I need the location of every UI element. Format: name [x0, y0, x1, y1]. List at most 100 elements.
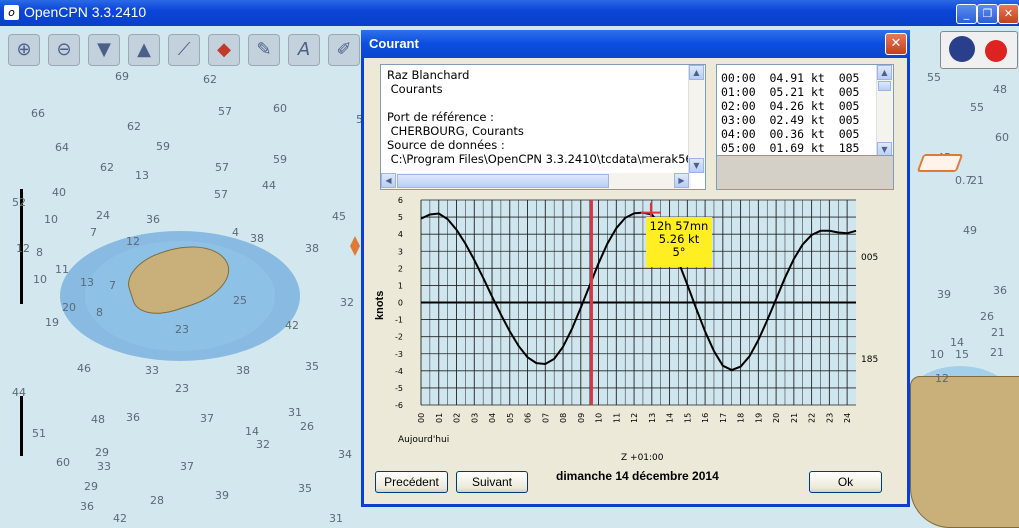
depth-sounding: 69	[115, 70, 129, 83]
route-icon[interactable]: ⟋	[168, 34, 200, 66]
depth-sounding: 29	[84, 480, 98, 493]
depth-sounding: 59	[273, 153, 287, 166]
depth-sounding: 35	[305, 360, 319, 373]
close-window-button[interactable]: ✕	[998, 4, 1019, 24]
y-tick-label: 2	[398, 264, 403, 273]
cursor-tooltip: 12h 57mn 5.26 kt 5°	[646, 217, 712, 267]
timezone-label: Z +01:00	[621, 453, 664, 463]
scale-bar-2	[20, 396, 23, 456]
depth-sounding: 21	[991, 326, 1005, 339]
depth-sounding: 38	[305, 242, 319, 255]
y-tick-label: 1	[398, 281, 403, 290]
depth-sounding: 62	[127, 120, 141, 133]
depth-sounding: 57	[215, 161, 229, 174]
x-tick-label: 05	[506, 413, 515, 423]
depth-sounding: 40	[52, 186, 66, 199]
depth-sounding: 57	[218, 105, 232, 118]
minimize-button[interactable]: _	[956, 4, 977, 24]
depth-sounding: 37	[180, 460, 194, 473]
text-icon[interactable]: A	[288, 34, 320, 66]
y-tick-label: -5	[395, 384, 403, 393]
y-tick-label: 3	[398, 247, 403, 256]
depth-sounding: 8	[36, 246, 43, 259]
depth-sounding: 60	[273, 102, 287, 115]
depth-sounding: 15	[955, 348, 969, 361]
window-title: OpenCPN 3.3.2410	[24, 4, 147, 20]
x-tick-label: 23	[825, 413, 834, 423]
depth-sounding: 20	[62, 301, 76, 314]
depth-sounding: 32	[340, 296, 354, 309]
measure-icon[interactable]: ✎	[248, 34, 280, 66]
depth-sounding: 51	[32, 427, 46, 440]
x-tick-label: 11	[612, 413, 621, 423]
depth-sounding: 36	[146, 213, 160, 226]
zoom-out-icon[interactable]: ⊖	[48, 34, 80, 66]
compass-widget[interactable]	[940, 31, 1018, 69]
depth-sounding: 55	[970, 101, 984, 114]
depth-sounding: 57	[214, 188, 228, 201]
pencil-icon[interactable]: ✐	[328, 34, 360, 66]
depth-sounding: 44	[262, 179, 276, 192]
depth-sounding: 14	[245, 425, 259, 438]
app-icon: o	[4, 5, 19, 20]
x-tick-label: 24	[843, 413, 852, 423]
depth-sounding: 4	[232, 226, 239, 239]
depth-sounding: 59	[156, 140, 170, 153]
depth-sounding: 13	[135, 169, 149, 182]
depth-sounding: 38	[250, 232, 264, 245]
previous-button[interactable]: Precédent	[375, 471, 448, 493]
depth-sounding: 33	[145, 364, 159, 377]
y-tick-label: -2	[395, 333, 403, 342]
y-tick-label: 6	[398, 196, 403, 205]
x-tick-label: 13	[648, 413, 657, 423]
x-tick-label: 09	[577, 413, 586, 423]
x-tick-label: 04	[488, 413, 497, 423]
depth-sounding: 7	[109, 279, 116, 292]
depth-sounding: 12	[935, 372, 949, 385]
depth-sounding: 10	[930, 348, 944, 361]
coast-land	[910, 376, 1019, 528]
next-button[interactable]: Suivant	[456, 471, 528, 493]
tooltip-direction: 5°	[672, 245, 686, 259]
maximize-button[interactable]: ❐	[977, 4, 998, 24]
courant-dialog: Courant ✕ Raz Blanchard Courants Port de…	[361, 30, 910, 507]
direction-label-bottom: 185	[861, 355, 878, 365]
depth-sounding: 8	[96, 306, 103, 319]
depth-sounding: 39	[215, 489, 229, 502]
ship-icon[interactable]: ◆	[208, 34, 240, 66]
tide-station-icon[interactable]	[350, 236, 360, 256]
x-tick-label: 08	[559, 413, 568, 423]
gps-status-icon	[985, 40, 1007, 62]
depth-sounding: 55	[927, 71, 941, 84]
x-tick-label: 14	[666, 413, 675, 423]
depth-sounding: 62	[203, 73, 217, 86]
y-tick-label: 5	[398, 213, 403, 222]
x-tick-label: 16	[701, 413, 710, 423]
x-tick-label: 10	[595, 413, 604, 423]
depth-sounding: 42	[113, 512, 127, 525]
depth-sounding: 24	[96, 209, 110, 222]
main-toolbar: ⊕ ⊖ ▼ ▲ ⟋ ◆ ✎ A ✐	[0, 28, 370, 70]
x-tick-label: 22	[808, 413, 817, 423]
depth-sounding: 38	[236, 364, 250, 377]
depth-sounding: 66	[31, 107, 45, 120]
ok-button[interactable]: Ok	[809, 471, 882, 493]
x-tick-label: 06	[524, 413, 533, 423]
x-tick-label: 02	[453, 413, 462, 423]
y-tick-label: -4	[395, 367, 403, 376]
depth-sounding: 49	[963, 224, 977, 237]
depth-sounding: 26	[980, 310, 994, 323]
depth-sounding: 37	[200, 412, 214, 425]
depth-sounding: 21	[970, 174, 984, 187]
zoom-in-icon[interactable]: ⊕	[8, 34, 40, 66]
x-tick-label: 07	[541, 413, 550, 423]
track-icon[interactable]: ▲	[128, 34, 160, 66]
depth-sounding: 35	[298, 482, 312, 495]
x-tick-label: 19	[754, 413, 763, 423]
quilt-icon[interactable]: ▼	[88, 34, 120, 66]
current-graph[interactable]: 6543210-1-2-3-4-5-600 01 02 03 04 05 06 07 08 09 1…	[364, 30, 907, 470]
current-arrow-icon[interactable]	[916, 154, 964, 172]
y-tick-label: 0	[398, 299, 403, 308]
depth-sounding: 33	[97, 460, 111, 473]
depth-sounding: 34	[338, 448, 352, 461]
